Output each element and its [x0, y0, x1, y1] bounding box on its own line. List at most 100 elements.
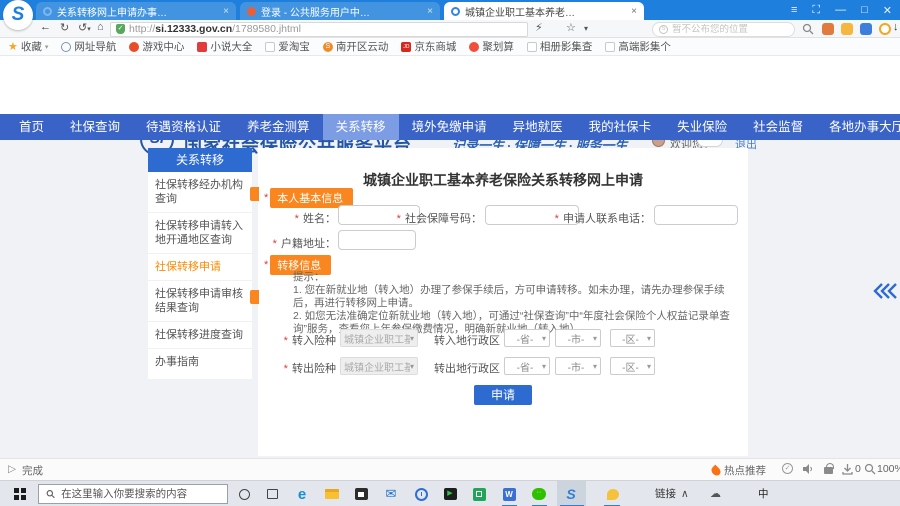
lock-icon[interactable]	[824, 467, 833, 474]
browser-tab-3-active[interactable]: 城镇企业职工基本养老… ×	[444, 2, 644, 20]
history-dropdown-icon[interactable]: ↺▾	[78, 21, 91, 34]
nav-item-qualification[interactable]: 待遇资格认证	[133, 114, 234, 140]
nav-item-pension-calc[interactable]: 养老金测算	[234, 114, 323, 140]
bookmark-label: 聚划算	[482, 39, 514, 54]
refresh-icon[interactable]: ↻	[60, 21, 69, 34]
out-province-select[interactable]: -省-▾	[504, 357, 550, 375]
in-insurance-select[interactable]: 城镇企业职工基本养老保险 ▾	[340, 329, 418, 347]
bookmark-item[interactable]: 高端影集个	[605, 39, 671, 54]
mute-speaker-icon[interactable]	[802, 463, 814, 475]
movies-tv-icon[interactable]: ▶	[442, 486, 458, 502]
bookmark-item[interactable]: 小说大全	[197, 39, 252, 54]
bookmark-item[interactable]: S南开区云动	[323, 39, 389, 54]
in-district-select[interactable]: -区-▾	[610, 329, 655, 347]
phone-input[interactable]	[654, 205, 738, 225]
sidebar-item-open-region-query[interactable]: 社保转移申请转入地开通地区查询	[148, 213, 252, 254]
taskbar-search-box[interactable]	[38, 484, 228, 504]
sogou-browser-logo-icon[interactable]: S	[3, 0, 33, 30]
bookmark-item[interactable]: JD京东商城	[401, 39, 456, 54]
nav-item-home[interactable]: 首页	[6, 114, 57, 140]
site-safety-shield-icon[interactable]: ✓	[116, 24, 125, 34]
nav-item-local-halls[interactable]: 各地办事大厅	[816, 114, 900, 140]
maximize-button[interactable]: □	[861, 4, 868, 16]
star-dropdown-icon[interactable]: ▾	[584, 24, 588, 33]
sidebar-item-agency-query[interactable]: 社保转移经办机构查询	[148, 172, 252, 213]
sidebar-item-audit-result-query[interactable]: 社保转移申请审核结果查询	[148, 281, 252, 322]
extension-notebook-icon[interactable]	[822, 23, 834, 35]
start-button[interactable]	[14, 488, 26, 500]
bookmark-item[interactable]: 聚划算	[469, 39, 514, 54]
favorites-menu[interactable]: ★ 收藏 ▾	[8, 39, 48, 54]
download-icon[interactable]	[842, 463, 853, 475]
nav-item-shebao-query[interactable]: 社保查询	[57, 114, 133, 140]
ime-indicator[interactable]: 中	[758, 481, 769, 506]
nav-item-supervision[interactable]: 社会监督	[740, 114, 816, 140]
zoom-level[interactable]: 100%	[877, 463, 900, 475]
mail-icon[interactable]: ✉	[383, 486, 399, 502]
close-tab-icon[interactable]: ×	[425, 6, 433, 17]
browser-tab-2[interactable]: 登录 - 公共服务用户中… ×	[240, 2, 440, 20]
cortana-icon[interactable]	[236, 486, 252, 502]
nav-item-relation-transfer[interactable]: 关系转移	[323, 114, 399, 140]
url-field[interactable]: ✓ http://si.12333.gov.cn/1789580.jhtml	[110, 22, 528, 37]
close-tab-icon[interactable]: ×	[221, 6, 229, 17]
hot-recommend-button[interactable]: 热点推荐	[712, 463, 766, 478]
nav-item-unemployment[interactable]: 失业保险	[664, 114, 740, 140]
bookmark-star-icon[interactable]: ☆	[566, 21, 576, 34]
home-icon[interactable]: ⌂	[97, 21, 104, 33]
bookmark-item[interactable]: 爱淘宝	[265, 39, 310, 54]
out-district-select[interactable]: -区-▾	[610, 357, 655, 375]
close-tab-icon[interactable]: ×	[629, 6, 637, 17]
sidebar-item-progress-query[interactable]: 社保转移进度查询	[148, 322, 252, 349]
bookmark-item[interactable]: 网址导航	[61, 39, 116, 54]
store-icon[interactable]	[353, 486, 369, 502]
edge-icon[interactable]: e	[294, 486, 310, 502]
file-explorer-icon[interactable]	[324, 486, 340, 502]
out-city-select[interactable]: -市-▾	[555, 357, 601, 375]
extension-circle-icon[interactable]	[879, 23, 891, 35]
in-province-select[interactable]: -省-▾	[504, 329, 550, 347]
extension-pen-icon[interactable]	[841, 23, 853, 35]
out-insurance-select[interactable]: 城镇企业职工基本养老保险 ▾	[340, 357, 418, 375]
browser-tab-1[interactable]: 关系转移网上申请办事… ×	[36, 2, 236, 20]
cloud-icon[interactable]: ☁	[710, 481, 721, 506]
search-magnifier-icon[interactable]	[802, 23, 814, 35]
address-input[interactable]	[338, 230, 416, 250]
bookmark-item[interactable]: 相册影集查	[527, 39, 593, 54]
wechat-icon[interactable]: ··	[531, 486, 547, 502]
window-controls: ≡ ⛶ — □ ✕	[791, 0, 892, 20]
nav-item-social-card[interactable]: 我的社保卡	[576, 114, 665, 140]
back-icon[interactable]: ←	[40, 21, 51, 33]
speed-mode-icon[interactable]: ⚡	[535, 21, 543, 34]
alarms-icon[interactable]	[413, 486, 429, 502]
pinyin-app-icon[interactable]	[605, 486, 621, 502]
task-view-icon[interactable]	[264, 486, 280, 502]
tray-label[interactable]: 链接	[655, 481, 676, 506]
skin-icon[interactable]: ⛶	[812, 4, 820, 17]
download-manager-icon[interactable]: ↓	[893, 21, 899, 33]
page-check-icon[interactable]: ✓	[782, 463, 793, 474]
taskbar-search-input[interactable]	[61, 488, 220, 500]
in-city-select[interactable]: -市-▾	[555, 329, 601, 347]
apply-button[interactable]: 申请	[474, 385, 532, 405]
browser-search-input[interactable]	[672, 24, 788, 35]
feedback-bubble-icon[interactable]	[250, 290, 259, 304]
sidebar-item-guide[interactable]: 办事指南	[148, 349, 252, 375]
zoom-magnifier-icon[interactable]	[864, 463, 876, 475]
browser-search-box[interactable]: S	[652, 22, 795, 37]
feedback-bubble-icon[interactable]	[250, 187, 259, 201]
sidebar-item-transfer-apply[interactable]: 社保转移申请	[148, 254, 252, 281]
minimize-button[interactable]: —	[835, 4, 846, 16]
close-button[interactable]: ✕	[883, 4, 892, 17]
select-value: -区-	[614, 331, 647, 346]
collapse-panel-icon[interactable]	[872, 281, 898, 301]
wps-icon[interactable]: W	[501, 486, 517, 502]
menu-icon[interactable]: ≡	[791, 4, 797, 16]
nav-item-overseas-exempt[interactable]: 境外免缴申请	[399, 114, 500, 140]
extension-calendar-icon[interactable]	[860, 23, 872, 35]
nav-item-remote-medical[interactable]: 异地就医	[500, 114, 576, 140]
bookmark-item[interactable]: 游戏中心	[129, 39, 184, 54]
hidden-icons-chevron[interactable]: ∧	[681, 481, 689, 506]
sogou-browser-taskbar-icon[interactable]: S	[563, 486, 579, 502]
docs-app-icon[interactable]	[471, 486, 487, 502]
